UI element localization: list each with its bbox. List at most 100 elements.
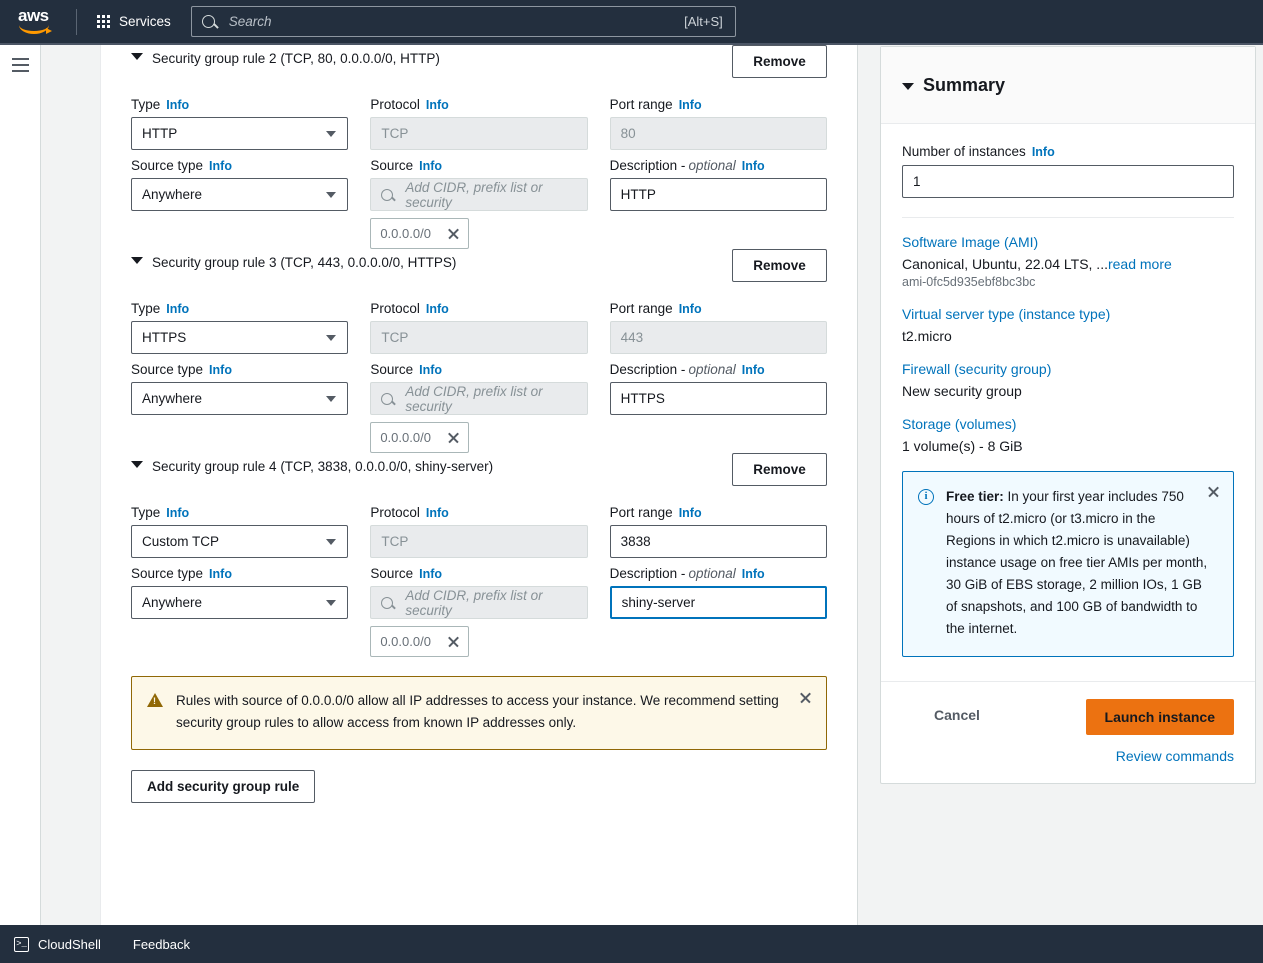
description-input[interactable]: shiny-server (609, 586, 827, 619)
rail-gap-spacer (41, 45, 100, 945)
info-link[interactable]: Info (419, 363, 442, 377)
close-icon[interactable] (1207, 485, 1220, 498)
chevron-down-icon[interactable] (131, 53, 143, 60)
protocol-value: TCP (381, 534, 409, 549)
summary-item-link[interactable]: Virtual server type (instance type) (902, 306, 1234, 322)
chevron-down-icon[interactable] (131, 461, 143, 468)
info-link[interactable]: Info (742, 159, 765, 173)
info-link[interactable]: Info (742, 363, 765, 377)
port-range-value: 3838 (620, 534, 651, 549)
chevron-down-icon[interactable] (902, 83, 914, 90)
info-circle-icon: i (918, 489, 934, 505)
remove-rule-button[interactable]: Remove (732, 453, 827, 486)
source-input[interactable]: Add CIDR, prefix list or security (370, 382, 588, 415)
source-label-text: Source (370, 362, 414, 377)
source-type-select[interactable]: Anywhere (131, 586, 349, 619)
info-link[interactable]: Info (679, 302, 702, 316)
source-field: Source Info Add CIDR, prefix list or secur… (370, 158, 588, 249)
info-link[interactable]: Info (1032, 145, 1055, 159)
info-link[interactable]: Info (419, 159, 442, 173)
chevron-down-icon (326, 599, 337, 606)
info-link[interactable]: Info (166, 506, 189, 520)
summary-item-link[interactable]: Firewall (security group) (902, 361, 1234, 377)
global-search-input[interactable]: Search [Alt+S] (190, 6, 736, 37)
source-label-text: Source (370, 566, 414, 581)
summary-item-link[interactable]: Storage (volumes) (902, 416, 1234, 432)
summary-item: Software Image (AMI) Canonical, Ubuntu, 2… (902, 234, 1234, 289)
source-input[interactable]: Add CIDR, prefix list or security (370, 586, 588, 619)
terminal-icon: >_ (14, 936, 29, 952)
type-field: Type Info HTTPS (131, 301, 349, 354)
summary-item-value: New security group (902, 383, 1022, 399)
source-type-label: Source type Info (131, 566, 348, 581)
summary-item-link[interactable]: Software Image (AMI) (902, 234, 1234, 250)
info-link[interactable]: Info (679, 98, 702, 112)
menu-hamburger-icon[interactable] (11, 58, 29, 945)
chevron-down-icon[interactable] (131, 257, 143, 264)
chevron-down-icon (326, 130, 337, 137)
source-input[interactable]: Add CIDR, prefix list or security (370, 178, 588, 211)
nav-divider (76, 8, 77, 35)
type-label: Type Info (131, 97, 348, 112)
description-label-text: Description - (609, 158, 686, 173)
info-link[interactable]: Info (426, 98, 449, 112)
source-type-select[interactable]: Anywhere (131, 382, 349, 415)
type-field: Type Info Custom TCP (131, 505, 349, 558)
add-security-group-rule-button[interactable]: Add security group rule (131, 770, 316, 803)
free-tier-label: Free tier: (946, 489, 1004, 504)
summary-item: Firewall (security group) New security gr… (902, 361, 1234, 399)
source-type-label-text: Source type (131, 158, 204, 173)
description-field: Description - optional Info HTTP (609, 158, 827, 249)
source-token: 0.0.0.0/0 (370, 626, 470, 657)
rule-fields-row-1: Type Info HTTPS Protocol Info TCP Port range In… (131, 301, 827, 354)
info-link[interactable]: Info (419, 567, 442, 581)
description-value: HTTPS (620, 391, 665, 406)
source-type-label: Source type Info (131, 362, 348, 377)
source-label-text: Source (370, 158, 414, 173)
summary-header[interactable]: Summary (881, 47, 1255, 124)
summary-item-value: t2.micro (902, 328, 952, 344)
info-link[interactable]: Info (426, 506, 449, 520)
type-select[interactable]: HTTP (131, 117, 349, 150)
launch-instance-button[interactable]: Launch instance (1085, 699, 1234, 735)
info-link[interactable]: Info (679, 506, 702, 520)
port-range-input[interactable]: 3838 (609, 525, 827, 558)
info-link[interactable]: Info (166, 98, 189, 112)
port-range-label-text: Port range (609, 301, 673, 316)
number-of-instances-input[interactable]: 1 (902, 165, 1234, 198)
rule-fields-row-2: Source type Info Anywhere Source Info Add CID… (131, 362, 827, 453)
number-of-instances-label: Number of instances Info (902, 144, 1234, 159)
close-icon[interactable] (447, 227, 460, 240)
info-link[interactable]: Info (209, 363, 232, 377)
close-icon[interactable] (799, 691, 812, 704)
description-input[interactable]: HTTP (609, 178, 827, 211)
info-link[interactable]: Info (209, 567, 232, 581)
aws-logo[interactable]: aws (18, 7, 60, 36)
summary-body: Number of instances Info 1 Software Imag… (881, 124, 1255, 454)
type-select[interactable]: Custom TCP (131, 525, 349, 558)
remove-rule-button[interactable]: Remove (732, 45, 827, 78)
close-icon[interactable] (447, 431, 460, 444)
info-link[interactable]: Info (209, 159, 232, 173)
info-link[interactable]: Info (742, 567, 765, 581)
cancel-button[interactable]: Cancel (924, 699, 990, 731)
security-group-rules-panel: Security group rule 2 (TCP, 80, 0.0.0.0/… (100, 45, 858, 925)
search-icon (381, 188, 394, 201)
close-icon[interactable] (447, 635, 460, 648)
description-input[interactable]: HTTPS (609, 382, 827, 415)
services-menu-button[interactable]: Services (91, 9, 177, 34)
cloudshell-button[interactable]: >_ CloudShell (14, 936, 101, 952)
port-range-value: 80 (620, 126, 636, 141)
read-more-link[interactable]: read more (1108, 256, 1172, 272)
info-link[interactable]: Info (166, 302, 189, 316)
info-link[interactable]: Info (426, 302, 449, 316)
description-value: shiny-server (621, 595, 696, 610)
source-type-select[interactable]: Anywhere (131, 178, 349, 211)
type-select[interactable]: HTTPS (131, 321, 349, 354)
review-commands-link[interactable]: Review commands (1116, 748, 1234, 764)
source-placeholder: Add CIDR, prefix list or security (405, 587, 543, 618)
remove-rule-button[interactable]: Remove (732, 249, 827, 282)
feedback-button[interactable]: Feedback (133, 937, 190, 952)
protocol-value: TCP (381, 126, 409, 141)
summary-item-subvalue: ami-0fc5d935ebf8bc3bc (902, 275, 1036, 289)
